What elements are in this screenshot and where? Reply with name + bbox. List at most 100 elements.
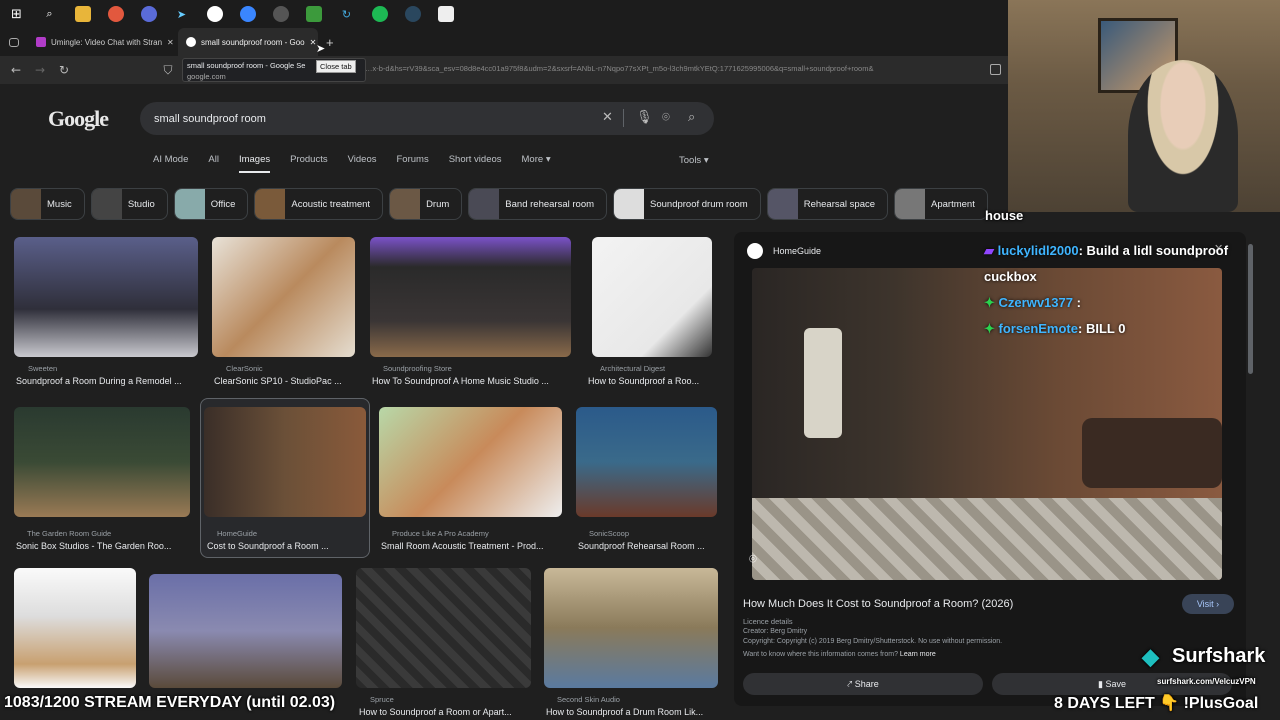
firefox-icon[interactable] — [99, 0, 132, 28]
minecraft-icon[interactable] — [297, 0, 330, 28]
chip-thumbnail — [91, 189, 122, 219]
tab-ai-mode[interactable]: AI Mode — [153, 154, 188, 173]
result-image[interactable] — [592, 237, 712, 357]
tools-button[interactable]: Tools ▾ — [679, 155, 709, 166]
result-image[interactable] — [204, 407, 366, 517]
result-image[interactable] — [14, 237, 198, 357]
share-icon: ⤤ — [847, 679, 853, 689]
result-title[interactable]: Sonic Box Studios - The Garden Roo... — [16, 541, 192, 551]
shield-icon[interactable]: ⛉ — [156, 63, 180, 78]
tab-all[interactable]: All — [208, 154, 219, 173]
notes-icon[interactable] — [429, 0, 462, 28]
chip-thumbnail — [895, 189, 926, 219]
forward-icon[interactable]: → — [28, 63, 52, 77]
tab-actions-icon[interactable] — [0, 28, 28, 56]
tab-umingle[interactable]: Umingle: Video Chat with Stran ✕ — [28, 28, 178, 56]
result-title[interactable]: ClearSonic SP10 - StudioPac ... — [214, 376, 355, 386]
result-title[interactable]: Soundproof Rehearsal Room ... — [578, 541, 718, 551]
chip-music[interactable]: Music — [10, 188, 85, 220]
result-image[interactable] — [544, 568, 718, 688]
url-field[interactable]: …x-b-d&hs=rV39&sca_esv=08d8e4cc01a975f8&… — [365, 64, 990, 73]
filter-tabs: AI Mode All Images Products Videos Forum… — [153, 154, 571, 173]
lens-icon[interactable]: ⌾ — [662, 110, 670, 125]
result-image[interactable] — [14, 407, 190, 517]
spotify-icon[interactable] — [363, 0, 396, 28]
result-image[interactable] — [212, 237, 355, 357]
creator-text: Creator: Berg Dmitry — [743, 628, 808, 635]
clock-icon[interactable] — [264, 0, 297, 28]
result-title[interactable]: Cost to Soundproof a Room ... — [207, 541, 367, 551]
want-to-know: Want to know where this information come… — [743, 651, 898, 658]
chip-rehearsal-space[interactable]: Rehearsal space — [766, 188, 889, 220]
lens-search-icon[interactable]: ⌾ — [749, 552, 757, 567]
visit-label: Visit — [1196, 599, 1214, 609]
reload-icon[interactable]: ↻ — [52, 63, 76, 77]
panel-title[interactable]: How Much Does It Cost to Soundproof a Ro… — [743, 598, 1013, 610]
result-source: Soundproofing Store — [383, 364, 452, 373]
tab-images[interactable]: Images — [238, 154, 271, 173]
steam-icon[interactable] — [396, 0, 429, 28]
tools-label: Tools — [679, 155, 702, 166]
fridge-shape — [804, 328, 842, 438]
result-title[interactable]: How to Soundproof a Roo... — [588, 376, 708, 386]
result-source: Sweeten — [28, 364, 58, 373]
result-image[interactable] — [149, 574, 342, 688]
result-source: Produce Like A Pro Academy — [392, 529, 489, 538]
goal-text: !PlusGoal — [1183, 695, 1259, 712]
chevron-down-icon: ▾ — [703, 155, 709, 166]
chip-apartment[interactable]: Apartment — [894, 188, 988, 220]
tab-google-search[interactable]: small soundproof room - Goo ✕ — [178, 28, 318, 56]
chrome-icon[interactable] — [132, 0, 165, 28]
result-image[interactable] — [356, 568, 531, 688]
tab-videos[interactable]: Videos — [348, 154, 377, 173]
google-favicon — [186, 37, 196, 47]
microphone-icon[interactable]: 🎙 — [636, 110, 653, 125]
result-image[interactable] — [576, 407, 717, 517]
scrollbar[interactable] — [1248, 244, 1253, 374]
panel-source[interactable]: HomeGuide — [773, 246, 821, 256]
chip-soundproof-drum-room[interactable]: Soundproof drum room — [613, 188, 761, 220]
twitch-badge-icon: ▰ — [984, 243, 994, 258]
chip-acoustic-treatment[interactable]: Acoustic treatment — [254, 188, 384, 220]
pointing-hand-icon: 👇 — [1159, 695, 1180, 712]
windows-start-icon[interactable]: ⊞ — [0, 0, 33, 28]
app-icon[interactable] — [231, 0, 264, 28]
chip-studio[interactable]: Studio — [90, 188, 168, 220]
save-label: Save — [1105, 679, 1126, 689]
extension-icon[interactable] — [990, 64, 1001, 75]
result-title[interactable]: Soundproof a Room During a Remodel ... — [16, 376, 198, 386]
result-title[interactable]: How to Soundproof a Room or Apart... — [359, 707, 531, 717]
result-title[interactable]: How to Soundproof a Drum Room Lik... — [546, 707, 716, 717]
learn-more-link[interactable]: Learn more — [900, 651, 936, 658]
google-logo[interactable]: Google — [48, 106, 109, 132]
close-icon[interactable]: ✕ — [167, 38, 174, 47]
tab-more[interactable]: More ▾ — [522, 154, 551, 173]
chip-drum[interactable]: Drum — [389, 188, 463, 220]
refresh-app-icon[interactable]: ↻ — [330, 0, 363, 28]
tab-products[interactable]: Products — [290, 154, 328, 173]
file-explorer-icon[interactable] — [66, 0, 99, 28]
chip-office[interactable]: Office — [173, 188, 249, 220]
search-input[interactable]: small soundproof room — [140, 102, 714, 135]
divider — [623, 109, 624, 127]
result-title[interactable]: Small Room Acoustic Treatment - Prod... — [381, 541, 564, 551]
search-icon[interactable]: ⌕ — [33, 0, 66, 28]
chip-label: Band rehearsal room — [505, 198, 595, 210]
result-image[interactable] — [370, 237, 571, 357]
obs-icon[interactable] — [198, 0, 231, 28]
tab-forums[interactable]: Forums — [397, 154, 429, 173]
share-button[interactable]: ⤤ Share — [743, 673, 983, 695]
visit-button[interactable]: Visit › — [1182, 594, 1234, 614]
telegram-icon[interactable]: ➤ — [165, 0, 198, 28]
result-source: HomeGuide — [217, 529, 258, 538]
result-image[interactable] — [14, 568, 136, 688]
refinement-chips: Music Studio Office Acoustic treatment D… — [10, 188, 1010, 220]
search-icon[interactable]: ⌕ — [688, 110, 695, 125]
tab-label: Umingle: Video Chat with Stran — [51, 37, 163, 47]
tab-short-videos[interactable]: Short videos — [449, 154, 502, 173]
clear-icon[interactable]: ✕ — [602, 110, 613, 125]
result-title[interactable]: How To Soundproof A Home Music Studio ..… — [372, 376, 571, 386]
chip-band-rehearsal-room[interactable]: Band rehearsal room — [468, 188, 608, 220]
result-image[interactable] — [379, 407, 562, 517]
back-icon[interactable]: ← — [4, 63, 28, 77]
